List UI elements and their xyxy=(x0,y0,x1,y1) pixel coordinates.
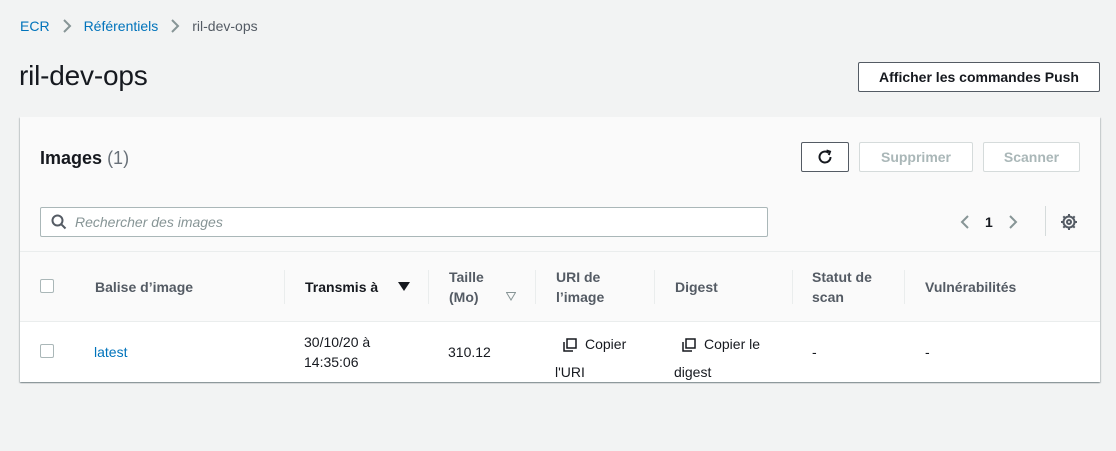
vulnerabilities: - xyxy=(925,344,930,360)
copy-uri-label: Copier xyxy=(585,336,627,352)
col-header-vulnerabilities[interactable]: Vulnérabilités xyxy=(925,277,1016,297)
copy-digest-line1: Copier le xyxy=(674,332,760,357)
chevron-right-icon xyxy=(170,18,180,34)
image-size: 310.12 xyxy=(448,344,491,360)
scan-button[interactable]: Scanner xyxy=(983,142,1080,172)
copy-uri-label-2: l'URI xyxy=(555,363,585,380)
copy-icon xyxy=(563,337,577,352)
copy-digest-button[interactable]: Copier le digest xyxy=(674,332,760,385)
pagination: 1 xyxy=(956,211,1022,233)
chevron-left-icon[interactable] xyxy=(956,214,974,230)
col-header-pushed[interactable]: Transmis à xyxy=(305,277,378,297)
page-title: ril-dev-ops xyxy=(19,60,148,91)
col-header-digest[interactable]: Digest xyxy=(675,277,718,297)
copy-digest-label-2: digest xyxy=(674,363,712,380)
panel-header: Images (1) Supprimer Scanner 1 xyxy=(20,117,1100,252)
column-divider xyxy=(792,270,793,304)
col-header-tag[interactable]: Balise d’image xyxy=(95,277,193,297)
breadcrumb-current: ril-dev-ops xyxy=(192,18,258,34)
divider xyxy=(1045,206,1046,236)
column-divider xyxy=(654,270,655,304)
page-number[interactable]: 1 xyxy=(985,214,993,230)
col-header-size-line2: (Mo) xyxy=(449,289,479,305)
search-icon xyxy=(51,214,67,230)
col-header-size[interactable]: Taille (Mo) xyxy=(449,267,484,307)
col-header-scan-line2: scan xyxy=(812,289,844,305)
pushed-at-time: 14:35:06 xyxy=(304,354,359,370)
refresh-icon xyxy=(816,148,834,166)
copy-uri-line1: Copier xyxy=(555,332,626,357)
panel-count: (1) xyxy=(107,148,130,168)
copy-digest-label: Copier le xyxy=(704,336,761,352)
col-header-uri[interactable]: URI de l’image xyxy=(556,267,604,307)
col-header-scan-line1: Statut de xyxy=(812,269,872,285)
delete-button[interactable]: Supprimer xyxy=(859,142,973,172)
column-divider xyxy=(535,270,536,304)
column-divider xyxy=(904,270,905,304)
chevron-right-icon[interactable] xyxy=(1004,214,1022,230)
copy-icon xyxy=(682,337,696,352)
pushed-at: 30/10/20 à 14:35:06 xyxy=(304,332,370,372)
row-checkbox[interactable] xyxy=(40,344,54,358)
search-input[interactable] xyxy=(75,214,735,230)
copy-uri-button[interactable]: Copier l'URI xyxy=(555,332,626,385)
breadcrumb-ecr[interactable]: ECR xyxy=(20,18,50,34)
panel-title-label: Images xyxy=(40,148,103,168)
breadcrumb-referentiels[interactable]: Référentiels xyxy=(84,18,159,34)
breadcrumb: ECR Référentiels ril-dev-ops xyxy=(20,18,258,34)
select-all-checkbox[interactable] xyxy=(40,279,54,293)
chevron-right-icon xyxy=(62,18,72,34)
refresh-button[interactable] xyxy=(801,142,849,172)
col-header-uri-line1: URI de xyxy=(556,269,601,285)
gear-icon[interactable] xyxy=(1060,213,1078,231)
col-header-size-line1: Taille xyxy=(449,269,484,285)
sort-desc-icon[interactable] xyxy=(398,282,410,292)
search-box[interactable] xyxy=(40,207,768,237)
pushed-at-date: 30/10/20 à xyxy=(304,334,371,350)
sort-icon[interactable] xyxy=(506,292,516,301)
view-push-commands-button[interactable]: Afficher les commandes Push xyxy=(858,62,1100,92)
panel-title: Images (1) xyxy=(40,148,129,169)
column-divider xyxy=(284,270,285,304)
col-header-scan-status[interactable]: Statut de scan xyxy=(812,267,872,307)
column-divider xyxy=(428,270,429,304)
col-header-uri-line2: l’image xyxy=(556,289,605,305)
scan-status: - xyxy=(812,344,817,360)
image-tag-link[interactable]: latest xyxy=(94,342,127,362)
